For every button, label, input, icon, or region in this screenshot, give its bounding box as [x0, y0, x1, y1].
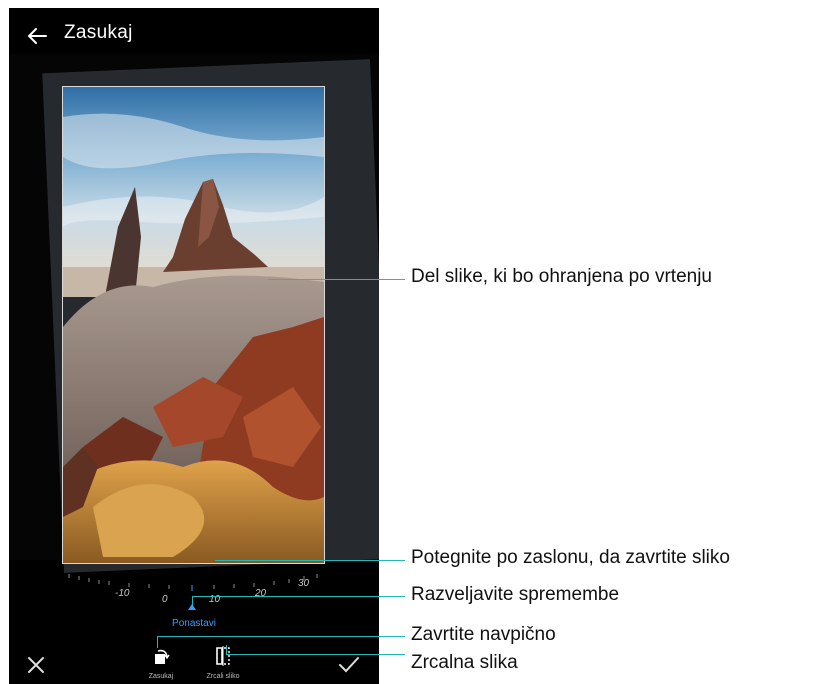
dial-tick-label: 0: [162, 594, 168, 605]
callout-line-undo: [192, 596, 405, 597]
bottom-toolbar: Zasukaj Zrcali sliko: [9, 633, 379, 684]
landscape-photo: [63, 87, 324, 563]
rotate-label: Zasukaj: [148, 673, 174, 680]
close-icon[interactable]: [26, 655, 46, 675]
callout-line-keep-area: [268, 279, 405, 280]
dial-tick-label: 20: [255, 588, 267, 599]
callout-line-mirror: [226, 654, 405, 655]
crop-photo[interactable]: [62, 86, 325, 564]
mirror-label: Zrcali sliko: [206, 673, 240, 680]
image-canvas[interactable]: [9, 54, 379, 573]
mirror-button[interactable]: Zrcali sliko: [200, 645, 246, 680]
dial-tick-label: 30: [298, 578, 310, 589]
callout-line-undo-v: [192, 596, 193, 606]
callout-undo: Razveljavite spremembe: [411, 584, 620, 605]
dial-tick-label: -10: [115, 588, 130, 599]
rotate-button[interactable]: Zasukaj: [138, 645, 184, 680]
callout-line-drag-rotate: [215, 560, 405, 561]
callout-line-rotate-v: [157, 636, 158, 648]
callout-keep-area: Del slike, ki bo ohranjena po vrtenju: [411, 266, 713, 287]
dial-scale: [68, 574, 318, 591]
callout-line-mirror-v: [226, 645, 227, 655]
rotate-icon: [155, 649, 170, 664]
callout-mirror: Zrcalna slika: [411, 652, 518, 673]
mirror-icon: [216, 646, 230, 666]
callout-rotate-vertical: Zavrtite navpično: [411, 624, 556, 645]
callout-drag-rotate: Potegnite po zaslonu, da zavrtite sliko: [411, 547, 730, 568]
reset-button[interactable]: Ponastavi: [9, 618, 379, 629]
rotation-dial[interactable]: -10 0 10 20 30: [9, 560, 379, 620]
callout-line-rotate: [157, 636, 405, 637]
back-arrow-icon[interactable]: [25, 24, 49, 48]
page-title: Zasukaj: [64, 22, 133, 43]
check-icon[interactable]: [338, 655, 360, 675]
phone-screen: Zasukaj -10 0 10 20 30 Ponastavi Zasukaj…: [9, 8, 379, 684]
